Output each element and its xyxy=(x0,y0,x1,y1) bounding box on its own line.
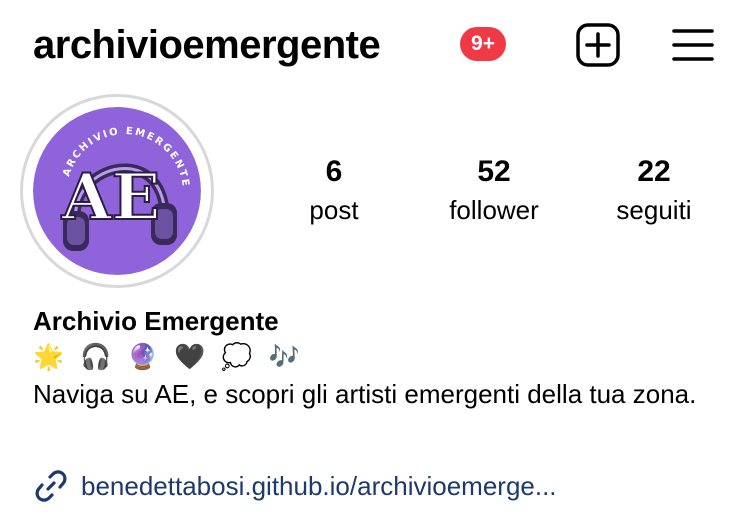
thought-bubble-emoji: 💭 xyxy=(221,342,255,371)
crystal-ball-emoji: 🔮 xyxy=(127,342,161,371)
plus-square-icon xyxy=(576,23,620,67)
profile-header: archivioemergente 9+ xyxy=(0,0,750,92)
link-icon xyxy=(35,470,67,502)
new-post-button[interactable] xyxy=(575,22,621,68)
stat-following-value: 22 xyxy=(637,155,671,188)
headphones-emoji: 🎧 xyxy=(80,342,114,371)
stat-posts[interactable]: 6 post xyxy=(264,152,404,228)
bio-emoji-row: 🌟 🎧 🔮 🖤 💭 🎶 xyxy=(33,340,306,374)
menu-button[interactable] xyxy=(670,22,716,68)
stat-followers-label: follower xyxy=(449,195,539,225)
bio-text: Naviga su AE, e scopri gli artisti emerg… xyxy=(33,379,697,409)
music-notes-emoji: 🎶 xyxy=(268,342,302,371)
notification-badge[interactable]: 9+ xyxy=(460,27,506,61)
avatar[interactable]: ARCHIVIO EMERGENTE AE xyxy=(33,107,201,275)
stat-following[interactable]: 22 seguiti xyxy=(584,152,724,228)
profile-link-text[interactable]: benedettabosi.github.io/archivioemerge..… xyxy=(81,468,557,504)
stat-followers-value: 52 xyxy=(477,155,511,188)
hamburger-menu-icon xyxy=(672,29,714,61)
display-name: Archivio Emergente xyxy=(33,306,279,336)
stat-posts-value: 6 xyxy=(325,155,343,188)
star-emoji: 🌟 xyxy=(33,342,67,371)
black-heart-emoji: 🖤 xyxy=(174,342,208,371)
stat-followers[interactable]: 52 follower xyxy=(424,152,564,228)
profile-link[interactable]: benedettabosi.github.io/archivioemerge..… xyxy=(33,468,557,504)
stat-posts-label: post xyxy=(309,195,359,225)
avatar-logo: ARCHIVIO EMERGENTE AE xyxy=(33,107,201,275)
stat-following-label: seguiti xyxy=(616,195,692,225)
avatar-monogram: AE xyxy=(61,160,160,235)
username-title[interactable]: archivioemergente xyxy=(33,20,381,70)
